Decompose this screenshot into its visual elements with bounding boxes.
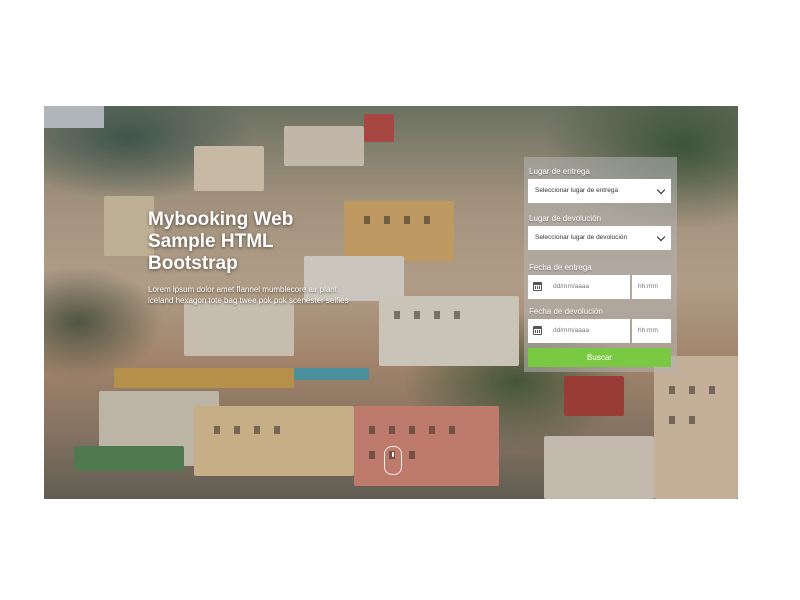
return-place-value: Seleccionar lugar de devolución: [535, 234, 628, 241]
pickup-place-label: Lugar de entrega: [529, 167, 590, 176]
booking-form: Lugar de entrega Seleccionar lugar de en…: [524, 157, 677, 372]
return-time-placeholder: hh:mm: [638, 327, 658, 334]
pickup-date-input[interactable]: dd/mm/aaaa: [528, 275, 630, 299]
pickup-date-placeholder: dd/mm/aaaa: [553, 283, 590, 290]
search-button[interactable]: Buscar: [528, 348, 671, 367]
pickup-time-placeholder: hh:mm: [638, 283, 658, 290]
return-date-input[interactable]: dd/mm/aaaa: [528, 319, 630, 343]
pickup-time-input[interactable]: hh:mm: [632, 275, 671, 299]
calendar-icon: [533, 282, 542, 291]
calendar-icon: [533, 326, 542, 335]
mouse-wheel: [392, 452, 394, 457]
page-title: Mybooking Web Sample HTML Bootstrap: [148, 209, 358, 275]
title-line: Mybooking Web: [148, 209, 294, 230]
return-date-label: Fecha de devolución: [529, 307, 603, 316]
chevron-down-icon: [656, 232, 666, 242]
title-line: Sample HTML: [148, 231, 274, 252]
pickup-place-select[interactable]: Seleccionar lugar de entrega: [528, 179, 671, 203]
return-date-placeholder: dd/mm/aaaa: [553, 327, 590, 334]
hero-text: Mybooking Web Sample HTML Bootstrap Lore…: [148, 209, 358, 306]
return-place-label: Lugar de devolución: [529, 214, 602, 223]
title-line: Bootstrap: [148, 253, 238, 274]
pickup-date-label: Fecha de entrega: [529, 263, 592, 272]
return-place-select[interactable]: Seleccionar lugar de devolución: [528, 226, 671, 250]
return-time-input[interactable]: hh:mm: [632, 319, 671, 343]
pickup-place-value: Seleccionar lugar de entrega: [535, 187, 619, 194]
hero-description: Lorem ipsum dolor amet flannel mumblecor…: [148, 285, 349, 305]
hero-section: Mybooking Web Sample HTML Bootstrap Lore…: [44, 106, 738, 499]
mouse-scroll-icon[interactable]: [384, 446, 402, 475]
chevron-down-icon: [656, 185, 666, 195]
